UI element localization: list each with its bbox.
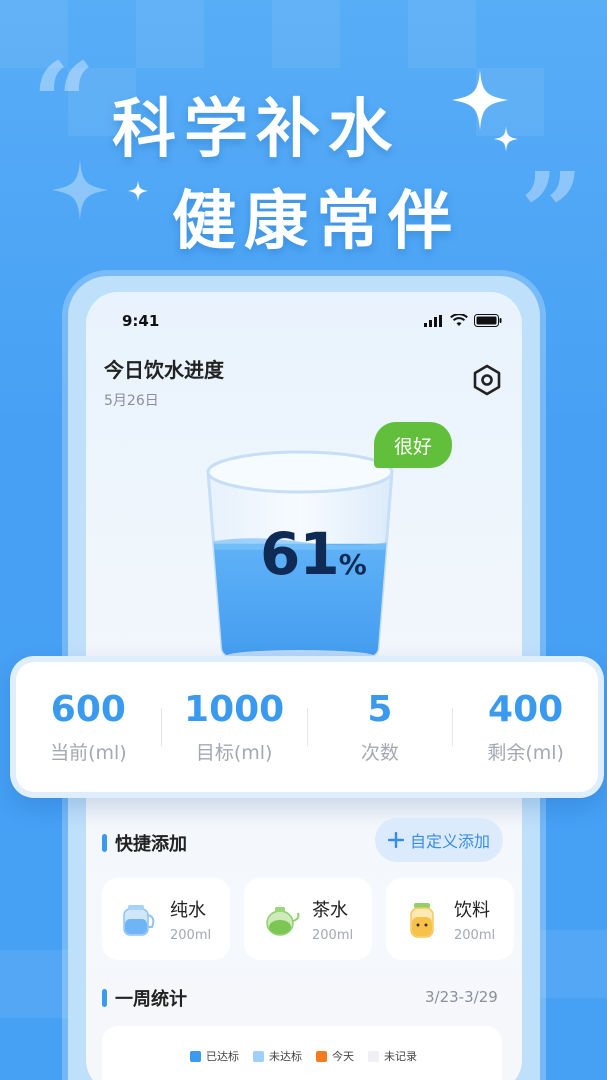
quick-add-title: 快捷添加 <box>102 830 187 856</box>
quick-add-amount: 200ml <box>312 927 354 943</box>
weekly-range: 3/23-3/29 <box>425 988 498 1006</box>
plus-icon <box>387 832 404 848</box>
quick-add-title-text: 快捷添加 <box>115 834 187 855</box>
status-icons <box>424 314 502 327</box>
quick-add-tea[interactable]: 茶水 200ml <box>244 878 372 960</box>
custom-add-label: 自定义添加 <box>409 832 490 851</box>
legend-label: 未记录 <box>384 1050 417 1063</box>
bg-tile <box>136 0 204 68</box>
legend-item: 未记录 <box>368 1048 417 1064</box>
stat-value: 600 <box>50 689 126 730</box>
bg-tile <box>272 0 340 68</box>
section-marker <box>102 834 107 852</box>
legend-swatch <box>316 1050 327 1062</box>
legend-swatch <box>253 1050 264 1062</box>
weekly-chart-card: 已达标 未达标 今天 未记录 <box>102 1026 502 1080</box>
stat-value: 5 <box>367 689 393 730</box>
stat-value: 1000 <box>184 689 285 730</box>
stat-current: 600 当前(ml) <box>16 689 161 765</box>
stat-label: 当前(ml) <box>50 742 127 764</box>
sparkle-icon <box>52 160 108 220</box>
bg-tile <box>540 930 607 998</box>
quick-add-water[interactable]: 纯水 200ml <box>102 878 230 960</box>
stat-remaining: 400 剩余(ml) <box>453 689 598 765</box>
weekly-legend: 已达标 未达标 今天 未记录 <box>190 1048 417 1064</box>
teapot-icon <box>266 907 300 936</box>
bg-tile <box>0 950 68 1018</box>
legend-item: 今天 <box>316 1048 354 1064</box>
status-time: 9:41 <box>122 312 160 330</box>
progress-percent: 61% <box>260 520 367 588</box>
legend-label: 今天 <box>332 1050 354 1063</box>
weekly-title-text: 一周统计 <box>115 989 187 1010</box>
legend-swatch <box>190 1050 201 1062</box>
quick-add-name: 茶水 <box>312 899 348 921</box>
stat-goal[interactable]: 1000 目标(ml) <box>162 689 307 765</box>
weekly-title: 一周统计 <box>102 985 187 1011</box>
signal-icon <box>424 314 442 327</box>
sparkle-icon <box>128 180 148 202</box>
legend-label: 已达标 <box>206 1050 239 1063</box>
bg-tile <box>408 0 476 68</box>
legend-item: 已达标 <box>190 1048 239 1064</box>
custom-add-button[interactable]: 自定义添加 <box>375 818 503 862</box>
page-date: 5月26日 <box>104 393 159 409</box>
legend-item: 未达标 <box>253 1048 302 1064</box>
headline-line-1: 科学补水 <box>112 93 400 167</box>
quick-add-amount: 200ml <box>170 927 212 943</box>
settings-icon[interactable] <box>472 364 502 396</box>
progress-percent-unit: % <box>338 548 367 581</box>
stats-card: 600 当前(ml) 1000 目标(ml) 5 次数 400 剩余(ml) <box>10 656 604 798</box>
legend-swatch <box>368 1050 379 1062</box>
stat-label: 剩余(ml) <box>487 742 564 764</box>
legend-label: 未达标 <box>269 1050 302 1063</box>
battery-icon <box>474 314 502 327</box>
stat-count: 5 次数 <box>308 689 453 765</box>
section-marker <box>102 989 107 1007</box>
progress-percent-value: 61 <box>260 520 340 588</box>
quick-add-amount: 200ml <box>454 927 496 943</box>
kettle-icon <box>123 905 155 936</box>
juice-bottle-icon <box>410 903 434 938</box>
quote-mark-left: “ <box>32 38 96 167</box>
stat-label: 目标(ml) <box>195 742 273 764</box>
headline-line-2: 健康常伴 <box>172 185 460 259</box>
quick-add-drink[interactable]: 饮料 200ml <box>386 878 514 960</box>
stat-label: 次数 <box>360 742 399 764</box>
page-title: 今日饮水进度 <box>104 358 224 382</box>
quick-add-name: 饮料 <box>454 899 490 921</box>
wifi-icon <box>450 314 468 326</box>
stat-value: 400 <box>488 689 564 730</box>
quick-add-name: 纯水 <box>170 899 206 921</box>
status-badge: 很好 <box>374 422 452 468</box>
